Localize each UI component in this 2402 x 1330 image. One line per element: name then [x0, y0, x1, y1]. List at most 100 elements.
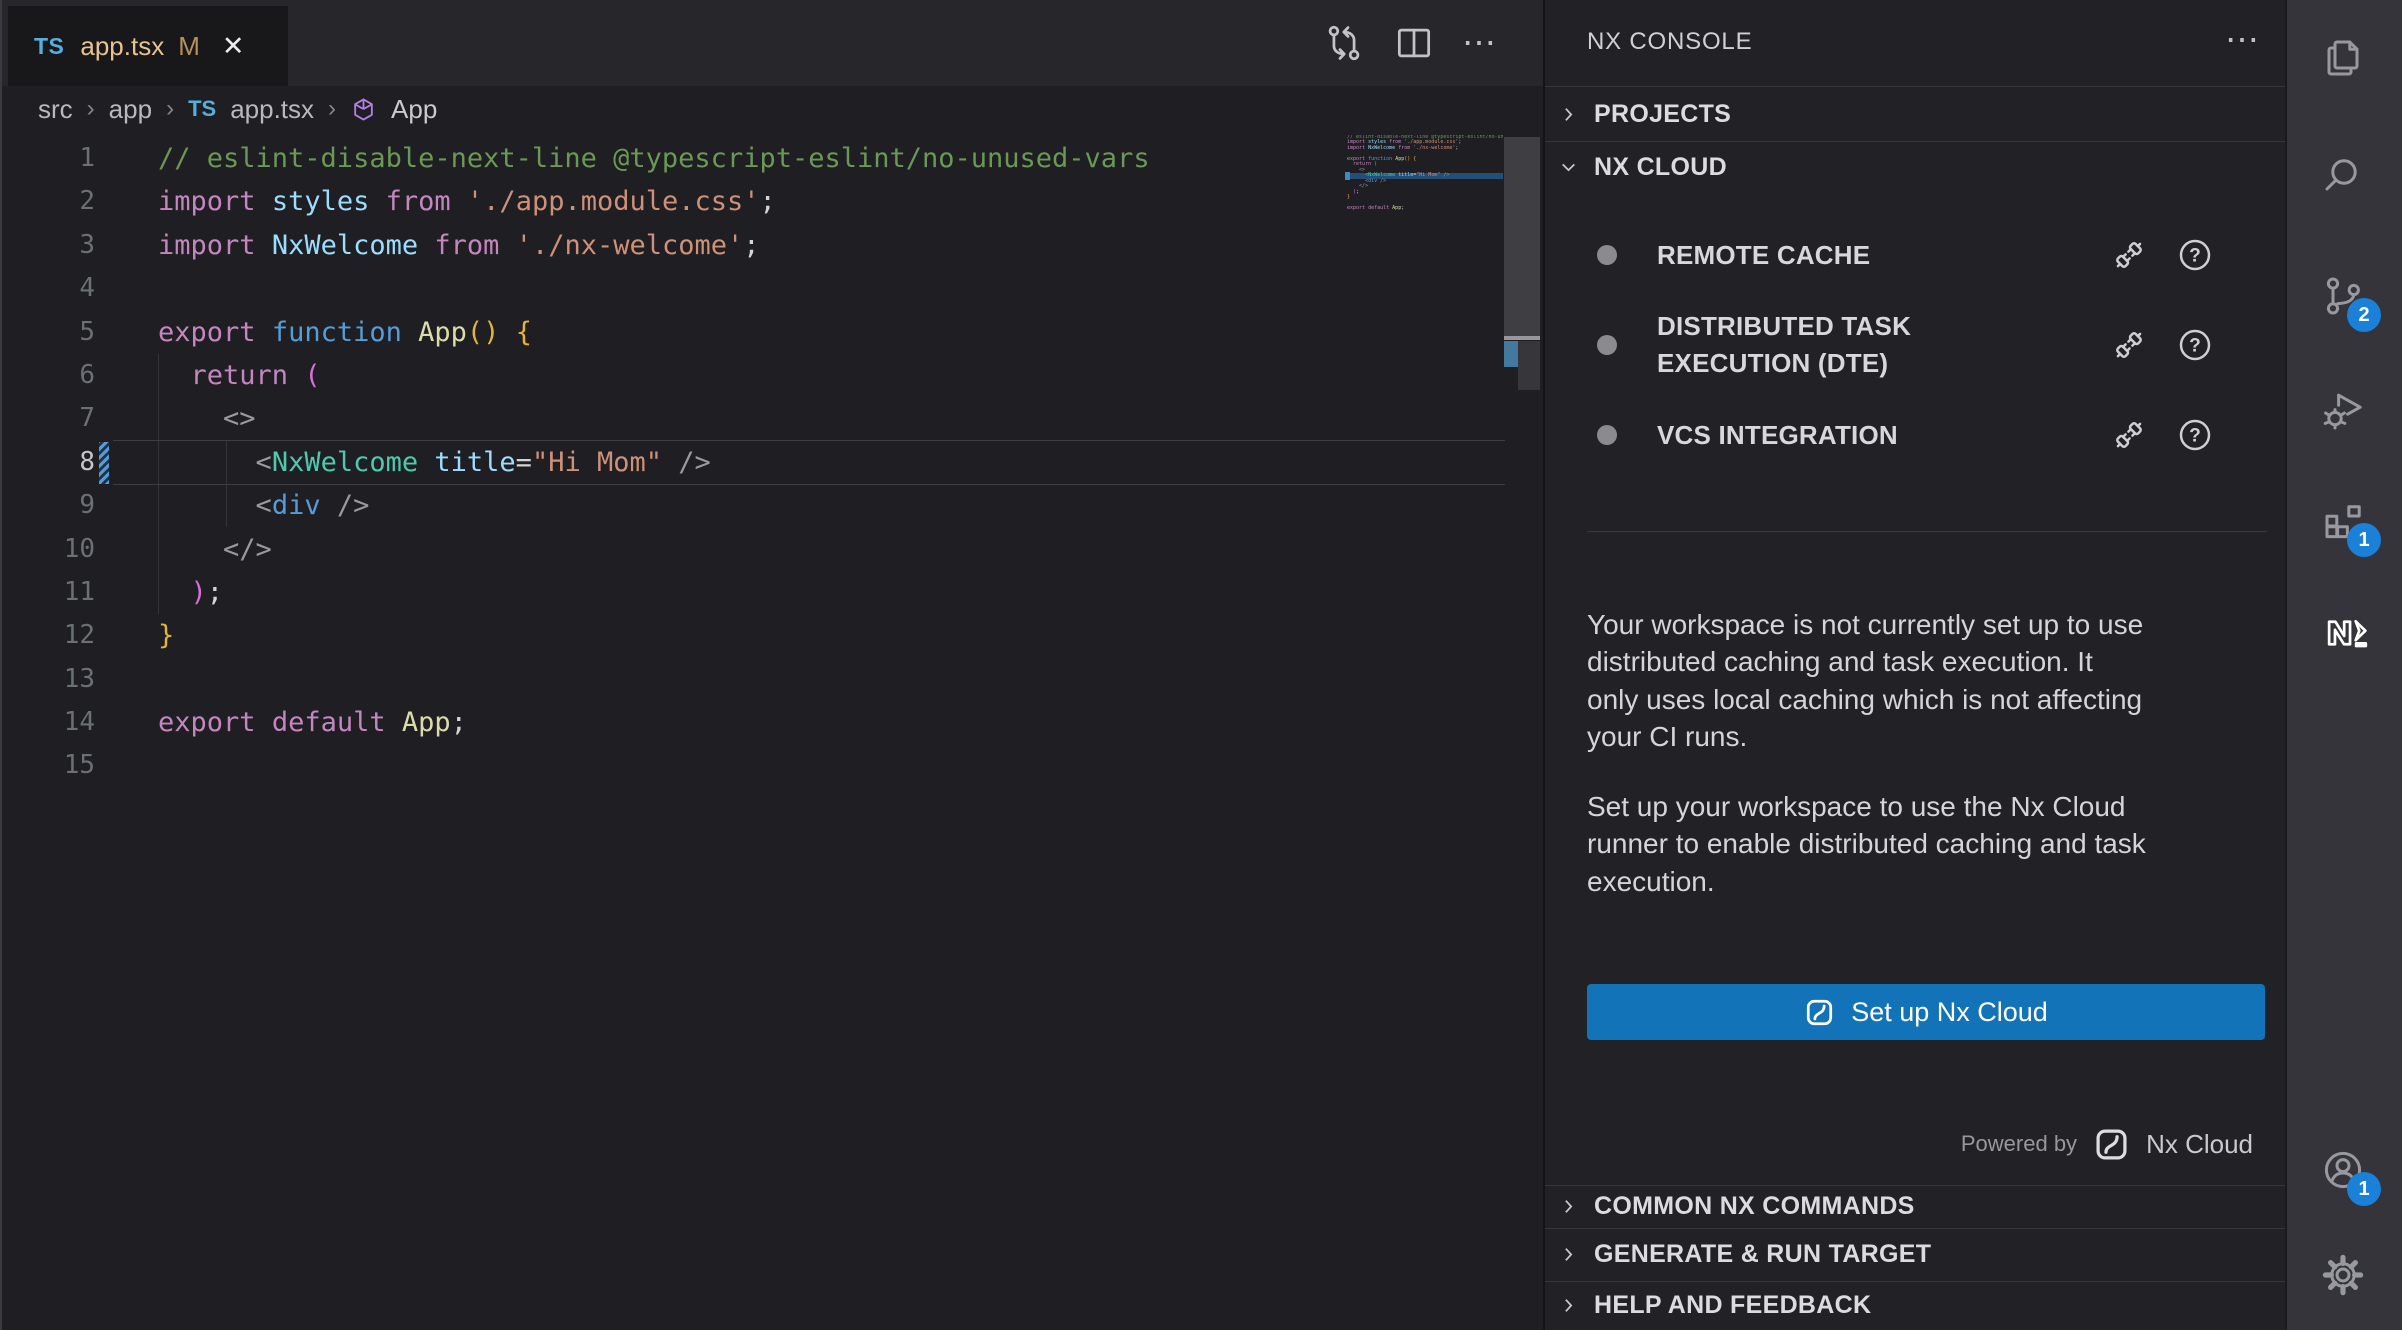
- setup-instruction-text: Set up your workspace to use the Nx Clou…: [1587, 788, 2267, 900]
- explorer-icon[interactable]: [2319, 34, 2371, 86]
- line-number[interactable]: 12: [0, 614, 95, 657]
- line-number[interactable]: 14: [0, 701, 95, 744]
- window-left-edge: [0, 0, 2, 1330]
- section-generate-run-target[interactable]: GENERATE & RUN TARGET: [1545, 1228, 2287, 1281]
- code-editor[interactable]: 1// eslint-disable-next-line @typescript…: [0, 137, 1543, 788]
- editor-scrollbar-lower: [1518, 341, 1540, 390]
- line-number[interactable]: 6: [0, 354, 95, 397]
- breadcrumb-item[interactable]: app: [109, 94, 152, 125]
- line-number[interactable]: 2: [0, 180, 95, 223]
- extensions-icon[interactable]: 1: [2319, 497, 2371, 549]
- minimap-line: [1347, 211, 1503, 216]
- line-number[interactable]: 3: [0, 224, 95, 267]
- status-dot-icon: [1597, 335, 1617, 355]
- breadcrumb-separator: ›: [87, 95, 95, 123]
- line-number[interactable]: 1: [0, 137, 95, 180]
- nx-console-icon[interactable]: [2319, 606, 2371, 658]
- item-label: REMOTE CACHE: [1657, 237, 1993, 274]
- more-actions-icon[interactable]: ⋯: [1462, 23, 1496, 63]
- line-number[interactable]: 8: [0, 441, 95, 484]
- code-line[interactable]: 2import styles from './app.module.css';: [0, 180, 1543, 223]
- code-line[interactable]: 10 </>: [0, 528, 1543, 571]
- code-line[interactable]: 14export default App;: [0, 701, 1543, 744]
- editor-scrollbar[interactable]: [1504, 137, 1540, 337]
- close-tab-icon[interactable]: ✕: [222, 31, 245, 62]
- help-question-icon[interactable]: ?: [2175, 415, 2215, 455]
- nx-cloud-item-remote-cache: REMOTE CACHE?: [1545, 228, 2287, 282]
- overview-ruler-modified-mark: [1504, 341, 1518, 367]
- setup-nx-cloud-button[interactable]: Set up Nx Cloud: [1587, 984, 2265, 1040]
- breadcrumb-item[interactable]: App: [391, 94, 437, 125]
- divider: [1545, 86, 2287, 87]
- split-editor-icon[interactable]: [1392, 21, 1436, 65]
- line-number[interactable]: 7: [0, 397, 95, 440]
- section-projects[interactable]: PROJECTS: [1545, 88, 2287, 140]
- code-text: [95, 658, 158, 701]
- help-question-icon[interactable]: ?: [2175, 325, 2215, 365]
- code-text: }: [95, 614, 174, 657]
- section-common-nx-commands[interactable]: COMMON NX COMMANDS: [1545, 1185, 2287, 1228]
- code-text: export default App;: [95, 701, 467, 744]
- panel-more-actions-icon[interactable]: ⋯: [2225, 20, 2259, 60]
- section-help-and-feedback[interactable]: HELP AND FEEDBACK: [1545, 1281, 2287, 1330]
- section-nx-cloud[interactable]: NX CLOUD: [1545, 142, 2287, 192]
- source-control-icon[interactable]: 2: [2319, 272, 2371, 324]
- section-label: NX CLOUD: [1594, 153, 1727, 182]
- breadcrumb-item[interactable]: src: [38, 94, 73, 125]
- manage-settings-icon[interactable]: [2319, 1251, 2371, 1303]
- tab-app-tsx[interactable]: TS app.tsx M ✕: [8, 6, 288, 86]
- divider: [1587, 531, 2267, 532]
- minimap[interactable]: // eslint-disable-next-line @typescript-…: [1347, 135, 1503, 225]
- code-text: </>: [95, 528, 272, 571]
- run-and-debug-icon[interactable]: [2319, 386, 2371, 438]
- code-line[interactable]: 3import NxWelcome from './nx-welcome';: [0, 224, 1543, 267]
- code-text: import styles from './app.module.css';: [95, 180, 776, 223]
- chevron-down-icon: [1559, 158, 1578, 177]
- line-number[interactable]: 9: [0, 484, 95, 527]
- accounts-icon[interactable]: 1: [2319, 1146, 2371, 1198]
- status-dot-icon: [1597, 245, 1617, 265]
- item-label: VCS INTEGRATION: [1657, 417, 1993, 454]
- code-text: import NxWelcome from './nx-welcome';: [95, 224, 760, 267]
- code-line[interactable]: 15: [0, 744, 1543, 787]
- section-label: COMMON NX COMMANDS: [1594, 1192, 1915, 1221]
- code-line[interactable]: 12}: [0, 614, 1543, 657]
- code-line[interactable]: 6 return (: [0, 354, 1543, 397]
- line-number[interactable]: 4: [0, 267, 95, 310]
- badge-count: 2: [2347, 298, 2381, 332]
- code-line[interactable]: 7 <>: [0, 397, 1543, 440]
- search-icon[interactable]: [2319, 152, 2371, 204]
- line-number[interactable]: 10: [0, 528, 95, 571]
- code-line[interactable]: 11 );: [0, 571, 1543, 614]
- panel-title: NX CONSOLE: [1587, 28, 1752, 56]
- section-label: GENERATE & RUN TARGET: [1594, 1240, 1931, 1269]
- line-number[interactable]: 11: [0, 571, 95, 614]
- code-text: // eslint-disable-next-line @typescript-…: [95, 137, 1150, 180]
- connect-icon[interactable]: [2109, 415, 2149, 455]
- connect-icon[interactable]: [2109, 325, 2149, 365]
- code-line[interactable]: 1// eslint-disable-next-line @typescript…: [0, 137, 1543, 180]
- breadcrumb-item[interactable]: app.tsx: [230, 94, 314, 125]
- code-line[interactable]: 4: [0, 267, 1543, 310]
- symbol-cube-icon: [350, 96, 377, 123]
- breadcrumb-separator: ›: [166, 95, 174, 123]
- nx-cloud-logo-icon: [2093, 1126, 2130, 1163]
- line-number[interactable]: 5: [0, 311, 95, 354]
- code-line[interactable]: 13: [0, 658, 1543, 701]
- chevron-right-icon: [1559, 1296, 1578, 1315]
- open-changes-icon[interactable]: [1322, 21, 1366, 65]
- badge-count: 1: [2347, 1172, 2381, 1206]
- workspace-status-text: Your workspace is not currently set up t…: [1587, 606, 2267, 755]
- line-number[interactable]: 13: [0, 658, 95, 701]
- chevron-right-icon: [1559, 1245, 1578, 1264]
- powered-by-label: Powered by: [1961, 1131, 2077, 1157]
- activity-bar: 211: [2285, 0, 2402, 1330]
- nx-cloud-logo-icon: [1804, 997, 1835, 1028]
- breadcrumb-separator: ›: [328, 95, 336, 123]
- code-line[interactable]: 5export function App() {: [0, 311, 1543, 354]
- help-question-icon[interactable]: ?: [2175, 235, 2215, 275]
- connect-icon[interactable]: [2109, 235, 2149, 275]
- code-line[interactable]: 9 <div />: [0, 484, 1543, 527]
- line-number[interactable]: 15: [0, 744, 95, 787]
- code-line[interactable]: 8 <NxWelcome title="Hi Mom" />: [0, 441, 1543, 484]
